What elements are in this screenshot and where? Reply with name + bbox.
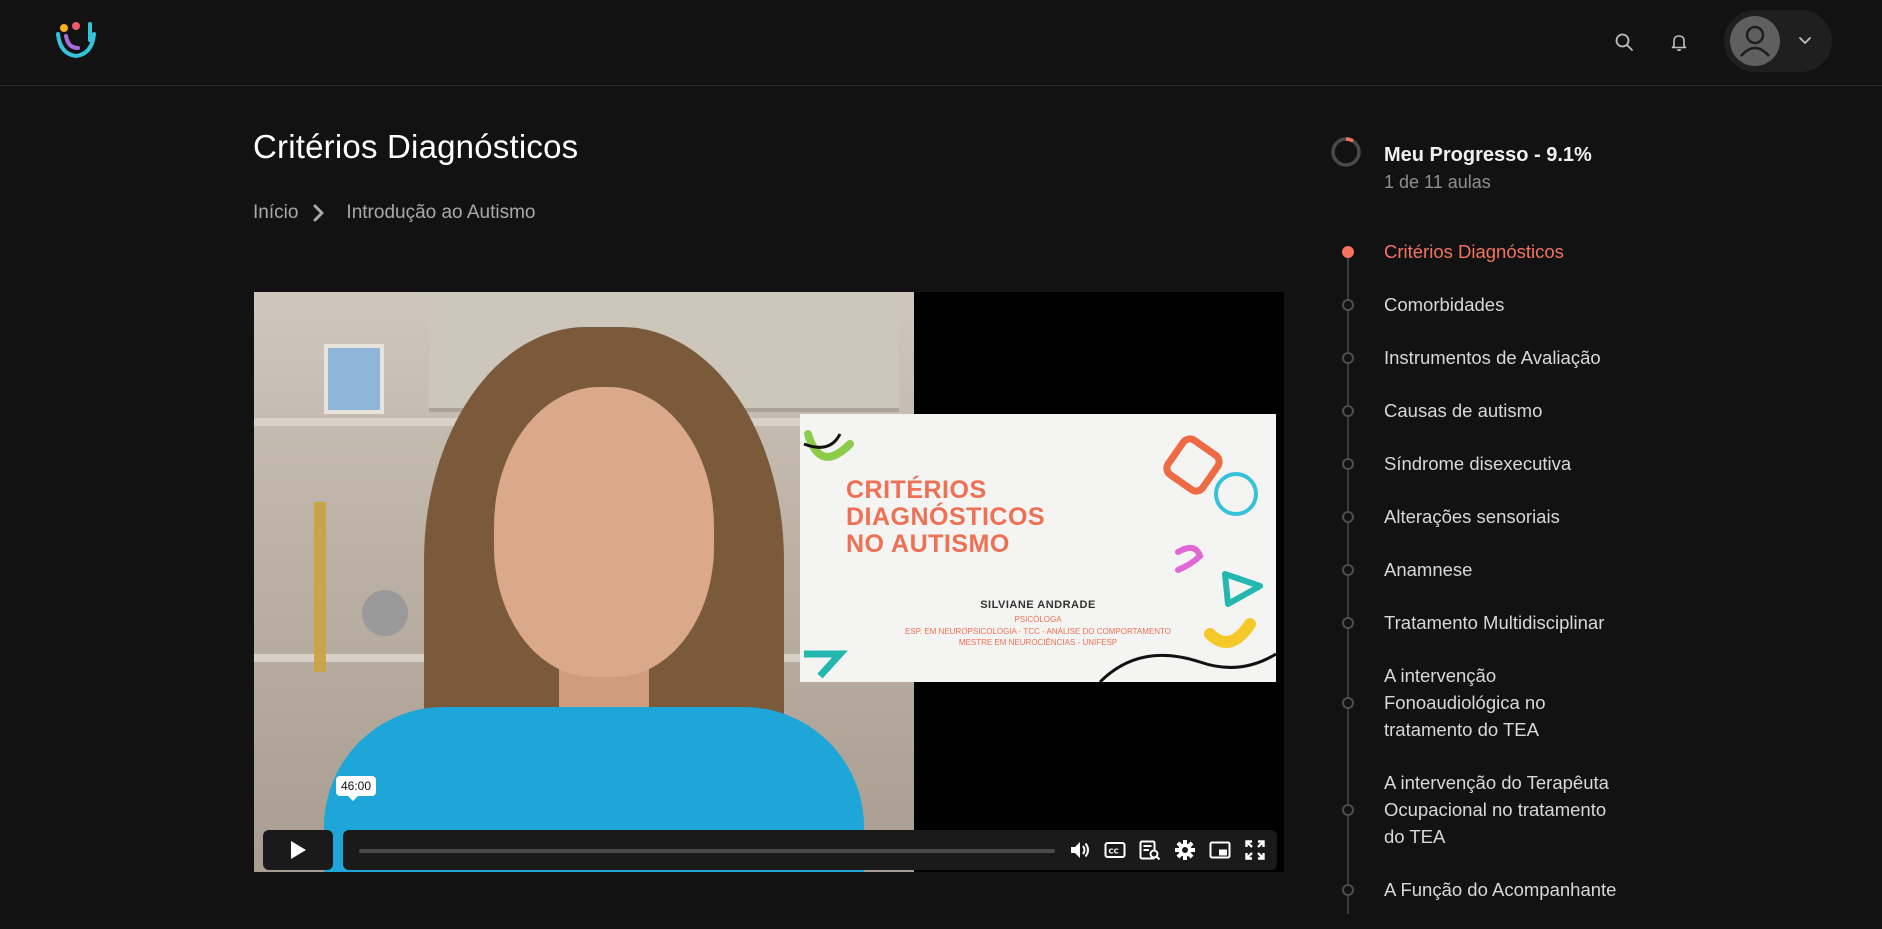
lesson-dot-icon xyxy=(1342,511,1354,523)
lesson-dot-icon xyxy=(1342,405,1354,417)
lesson-item[interactable]: Comorbidades xyxy=(1330,291,1630,318)
progress-subtitle: 1 de 11 aulas xyxy=(1384,172,1491,192)
lesson-label: A Função do Acompanhante xyxy=(1384,879,1617,900)
lesson-dot-icon xyxy=(1342,299,1354,311)
bell-icon[interactable] xyxy=(1665,28,1693,56)
settings-icon[interactable] xyxy=(1172,838,1198,862)
video-control-bar: CC xyxy=(343,830,1277,870)
lesson-dot-icon xyxy=(1342,617,1354,629)
lesson-dot-icon xyxy=(1342,352,1354,364)
lesson-label: Comorbidades xyxy=(1384,294,1505,315)
lesson-item[interactable]: A intervenção do Terapêuta Ocupacional n… xyxy=(1330,769,1630,850)
chevron-right-icon xyxy=(312,204,326,222)
lesson-dot-icon xyxy=(1342,884,1354,896)
volume-icon[interactable] xyxy=(1067,838,1093,862)
svg-text:CC: CC xyxy=(1109,848,1119,856)
lesson-dot-icon xyxy=(1342,564,1354,576)
lesson-dot-icon xyxy=(1342,804,1354,816)
breadcrumb-current: Introdução ao Autismo xyxy=(346,202,536,223)
captions-icon[interactable]: CC xyxy=(1102,838,1128,862)
lecture-slide: CRITÉRIOS DIAGNÓSTICOS NO AUTISMO SILVIA… xyxy=(800,414,1276,682)
current-lesson-dot-icon xyxy=(1342,246,1354,258)
breadcrumb-home-link[interactable]: Início xyxy=(253,202,298,224)
progress-ring-icon xyxy=(1331,137,1361,167)
user-menu-button[interactable] xyxy=(1724,10,1832,72)
seek-time-tooltip: 46:00 xyxy=(336,776,377,801)
lesson-item[interactable]: Causas de autismo xyxy=(1330,397,1630,424)
progress-title: Meu Progresso - 9.1% xyxy=(1384,144,1592,166)
search-icon[interactable] xyxy=(1610,28,1638,56)
lesson-dot-icon xyxy=(1342,697,1354,709)
lesson-label: Critérios Diagnósticos xyxy=(1384,241,1564,262)
lesson-item[interactable]: Alterações sensoriais xyxy=(1330,503,1630,530)
top-bar xyxy=(0,0,1882,86)
slide-credentials-2: MESTRE EM NEUROCIÊNCIAS - UNIFESP xyxy=(958,638,1118,647)
video-player[interactable]: CRITÉRIOS DIAGNÓSTICOS NO AUTISMO SILVIA… xyxy=(254,292,1284,872)
lesson-label: Alterações sensoriais xyxy=(1384,506,1560,527)
play-button[interactable] xyxy=(263,830,333,870)
page-title: Critérios Diagnósticos xyxy=(253,128,579,165)
fullscreen-icon[interactable] xyxy=(1242,838,1268,862)
slide-title: CRITÉRIOS DIAGNÓSTICOS NO AUTISMO xyxy=(846,476,1046,558)
slide-presenter-role: PSICÓLOGA xyxy=(1014,615,1062,624)
lesson-label: A intervenção Fonoaudiológica no tratame… xyxy=(1384,665,1546,740)
lesson-item[interactable]: Instrumentos de Avaliação xyxy=(1330,344,1630,371)
lesson-item[interactable]: A Função do Acompanhante xyxy=(1330,876,1630,903)
brand-logo[interactable] xyxy=(54,18,100,64)
lesson-label: Síndrome disexecutiva xyxy=(1384,453,1572,474)
lesson-label: Causas de autismo xyxy=(1384,400,1543,421)
video-controls: CC xyxy=(254,820,1284,872)
play-icon xyxy=(291,841,306,859)
lesson-item[interactable]: Critérios Diagnósticos xyxy=(1330,238,1630,265)
video-progress-bar[interactable] xyxy=(359,849,1055,853)
pip-icon[interactable] xyxy=(1207,838,1233,862)
lesson-item[interactable]: A intervenção Fonoaudiológica no tratame… xyxy=(1330,662,1580,743)
lesson-item[interactable]: Síndrome disexecutiva xyxy=(1330,450,1630,477)
lesson-list: Critérios Diagnósticos Comorbidades Instru… xyxy=(1330,238,1630,929)
lesson-item[interactable]: Anamnese xyxy=(1330,556,1630,583)
lesson-label: A intervenção do Terapêuta Ocupacional n… xyxy=(1384,772,1609,847)
lesson-dot-icon xyxy=(1342,458,1354,470)
breadcrumb: Início Introdução ao Autismo xyxy=(253,202,536,224)
lesson-label: Tratamento Multidisciplinar xyxy=(1384,612,1605,633)
chevron-down-icon xyxy=(1798,32,1812,50)
lesson-label: Anamnese xyxy=(1384,559,1473,580)
slide-credentials-1: ESP. EM NEUROPSICOLOGIA - TCC - ANÁLISE … xyxy=(905,627,1171,636)
slide-presenter-name: SILVIANE ANDRADE xyxy=(980,599,1096,611)
lesson-item[interactable]: Tratamento Multidisciplinar xyxy=(1330,609,1630,636)
transcript-icon[interactable] xyxy=(1137,838,1163,862)
lesson-label: Instrumentos de Avaliação xyxy=(1384,347,1601,368)
user-avatar-icon xyxy=(1730,16,1780,66)
